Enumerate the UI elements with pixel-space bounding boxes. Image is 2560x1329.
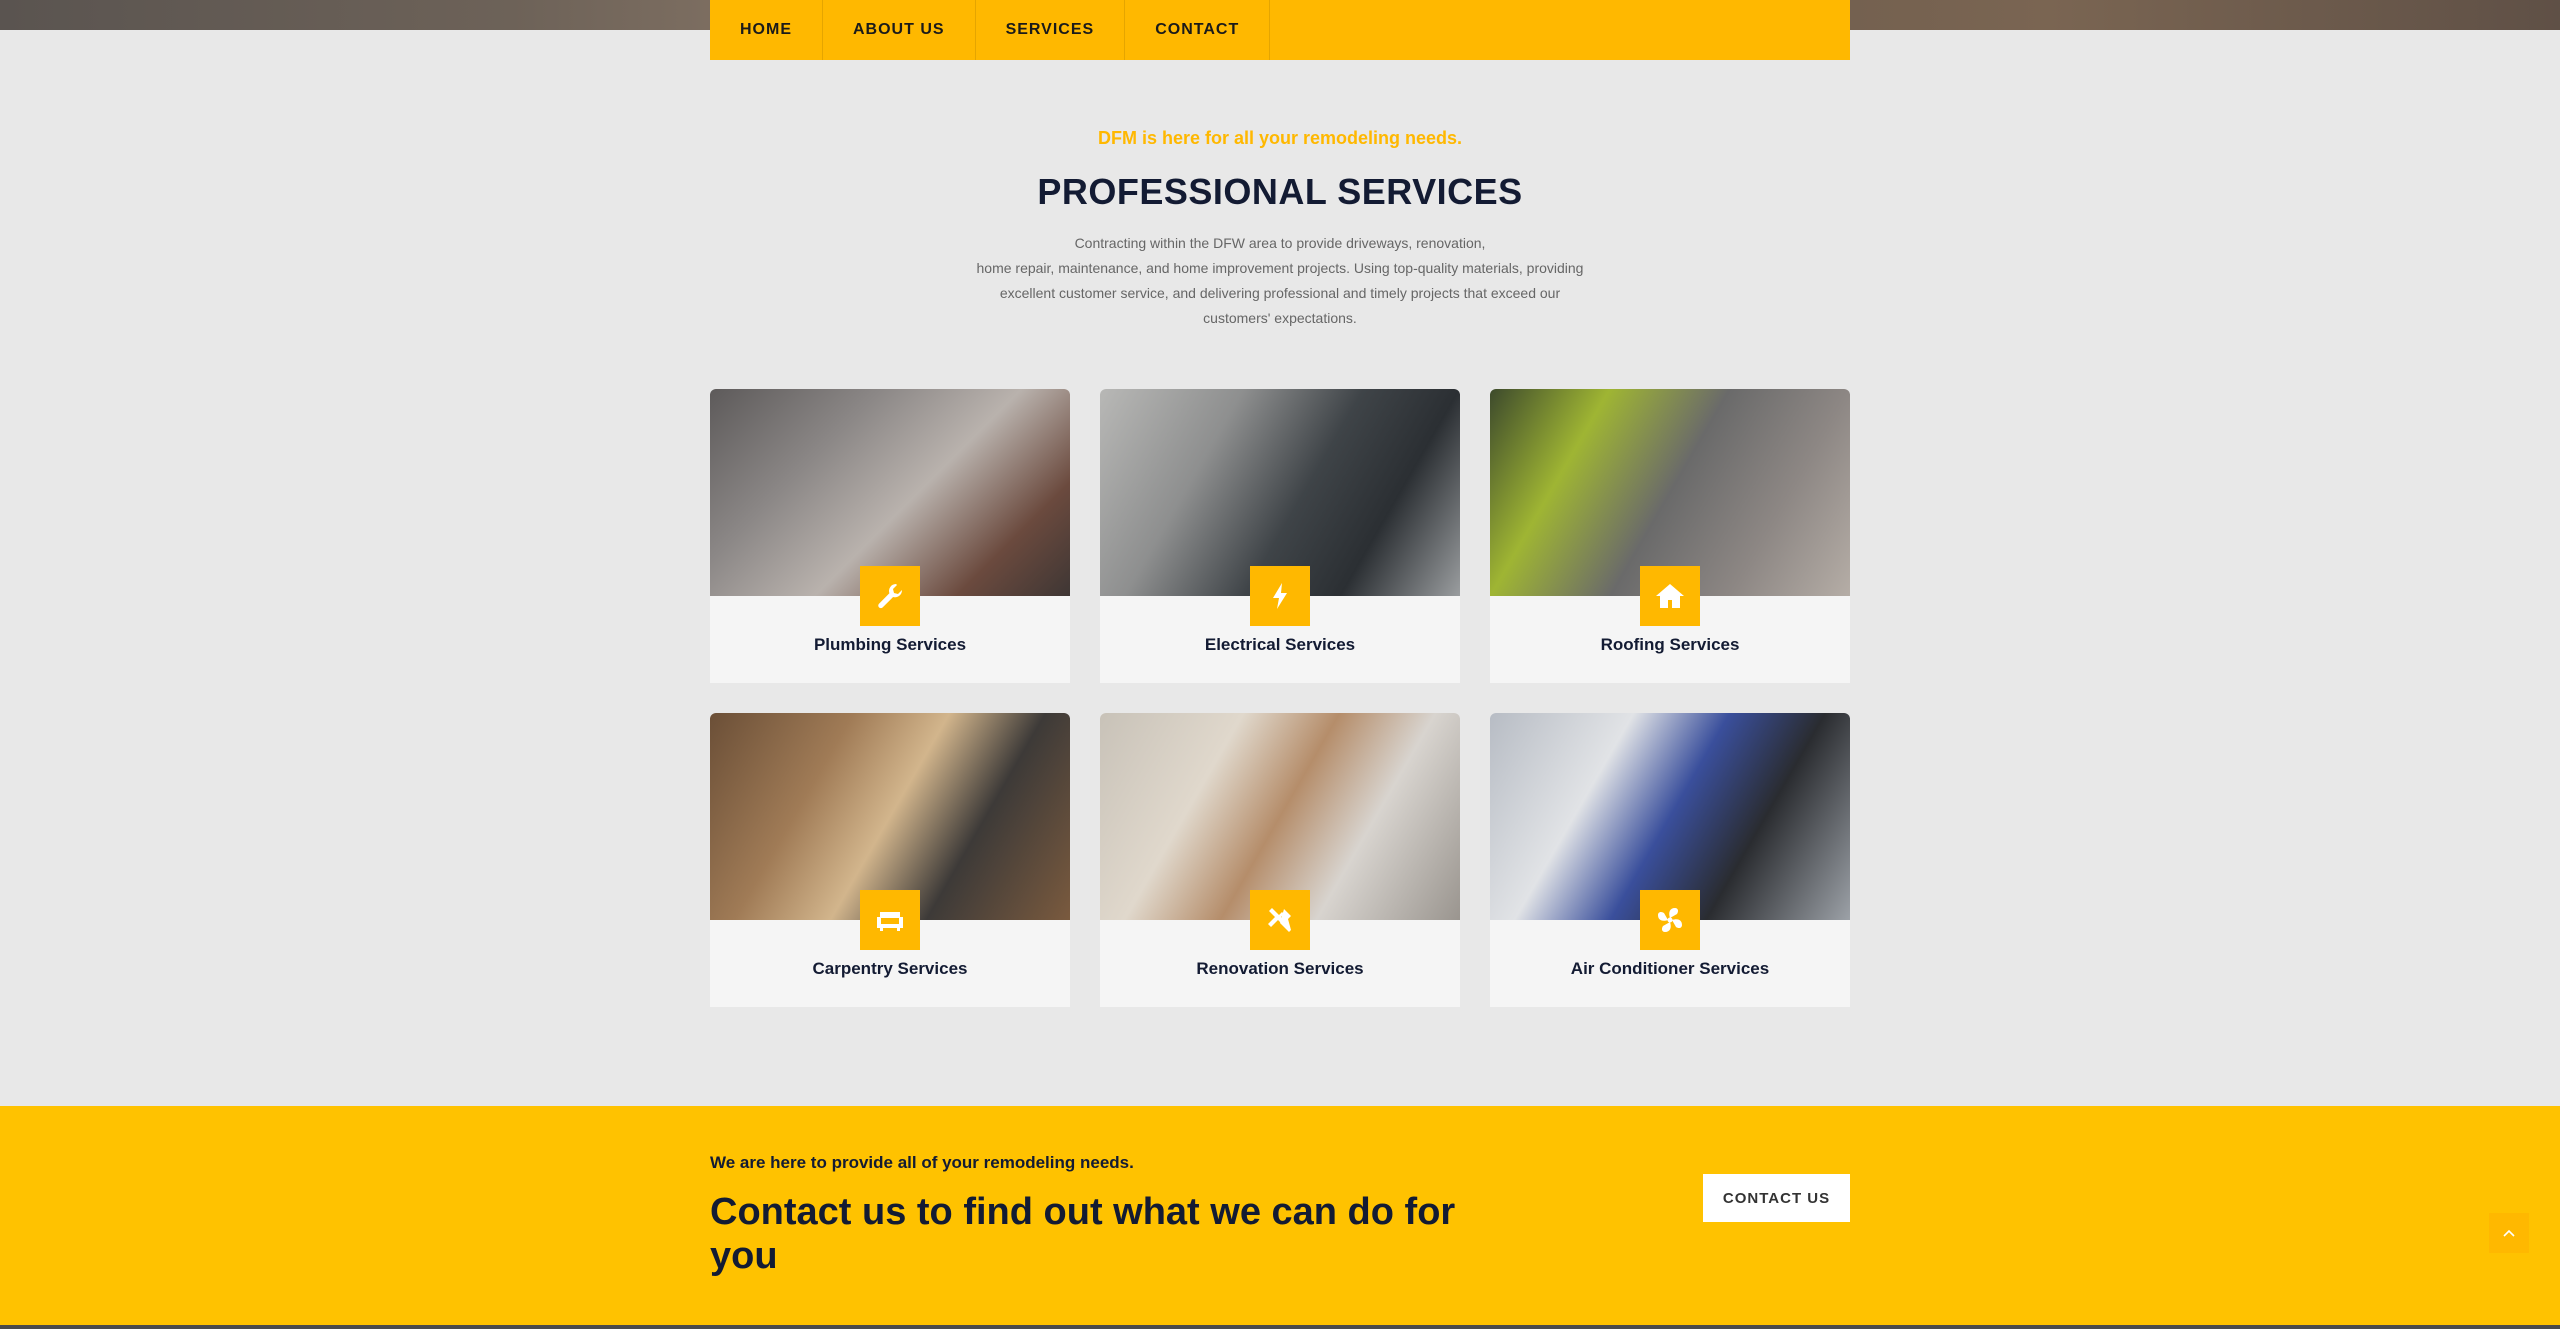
roofing-photo <box>1490 389 1850 596</box>
nav-about-us[interactable]: ABOUT US <box>823 0 976 60</box>
section-title: PROFESSIONAL SERVICES <box>1037 171 1523 212</box>
service-card-roofing[interactable]: Roofing Services <box>1490 389 1850 683</box>
intro-line: Contracting within the DFW area to provi… <box>1074 235 1486 251</box>
tools-icon <box>1250 890 1310 950</box>
house-icon <box>1640 566 1700 626</box>
service-title: Electrical Services <box>1204 635 1356 654</box>
intro-line: customers' expectations. <box>1203 310 1357 326</box>
footer-edge <box>0 1325 2560 1329</box>
service-title: Air Conditioner Services <box>1570 959 1770 978</box>
renovation-photo <box>1100 713 1460 920</box>
electrical-photo <box>1100 389 1460 596</box>
intro-paragraph: Contracting within the DFW area to provi… <box>970 231 1590 331</box>
cta-subtitle: We are here to provide all of your remod… <box>710 1153 1134 1172</box>
fan-icon <box>1640 890 1700 950</box>
main-navigation: HOME ABOUT US SERVICES CONTACT <box>710 0 1850 60</box>
service-title: Carpentry Services <box>812 959 968 978</box>
contact-us-button[interactable]: CONTACT US <box>1703 1174 1850 1222</box>
nav-home[interactable]: HOME <box>710 0 823 60</box>
intro-line: excellent customer service, and deliveri… <box>999 285 1561 301</box>
intro-line: home repair, maintenance, and home impro… <box>976 260 1584 276</box>
service-title: Plumbing Services <box>813 635 967 654</box>
service-card-electrical[interactable]: Electrical Services <box>1100 389 1460 683</box>
lightning-icon <box>1250 566 1310 626</box>
services-grid: Plumbing Services Electrical Services Ro… <box>710 389 1850 1007</box>
service-title: Renovation Services <box>1196 959 1364 978</box>
service-title: Roofing Services <box>1600 635 1740 654</box>
services-intro: DFM is here for all your remodeling need… <box>710 128 1850 331</box>
service-card-air-conditioner[interactable]: Air Conditioner Services <box>1490 713 1850 1007</box>
air-conditioner-photo <box>1490 713 1850 920</box>
plumbing-photo <box>710 389 1070 596</box>
nav-services[interactable]: SERVICES <box>976 0 1126 60</box>
carpentry-photo <box>710 713 1070 920</box>
service-card-plumbing[interactable]: Plumbing Services <box>710 389 1070 683</box>
couch-icon <box>860 890 920 950</box>
nav-contact[interactable]: CONTACT <box>1125 0 1271 60</box>
chevron-up-icon <box>2503 1229 2515 1237</box>
service-card-renovation[interactable]: Renovation Services <box>1100 713 1460 1007</box>
back-to-top-button[interactable] <box>2489 1213 2529 1253</box>
cta-title: Contact us to find out what we can do fo… <box>710 1191 1456 1277</box>
service-card-carpentry[interactable]: Carpentry Services <box>710 713 1070 1007</box>
wrench-icon <box>860 566 920 626</box>
section-tagline: DFM is here for all your remodeling need… <box>1097 128 1463 148</box>
